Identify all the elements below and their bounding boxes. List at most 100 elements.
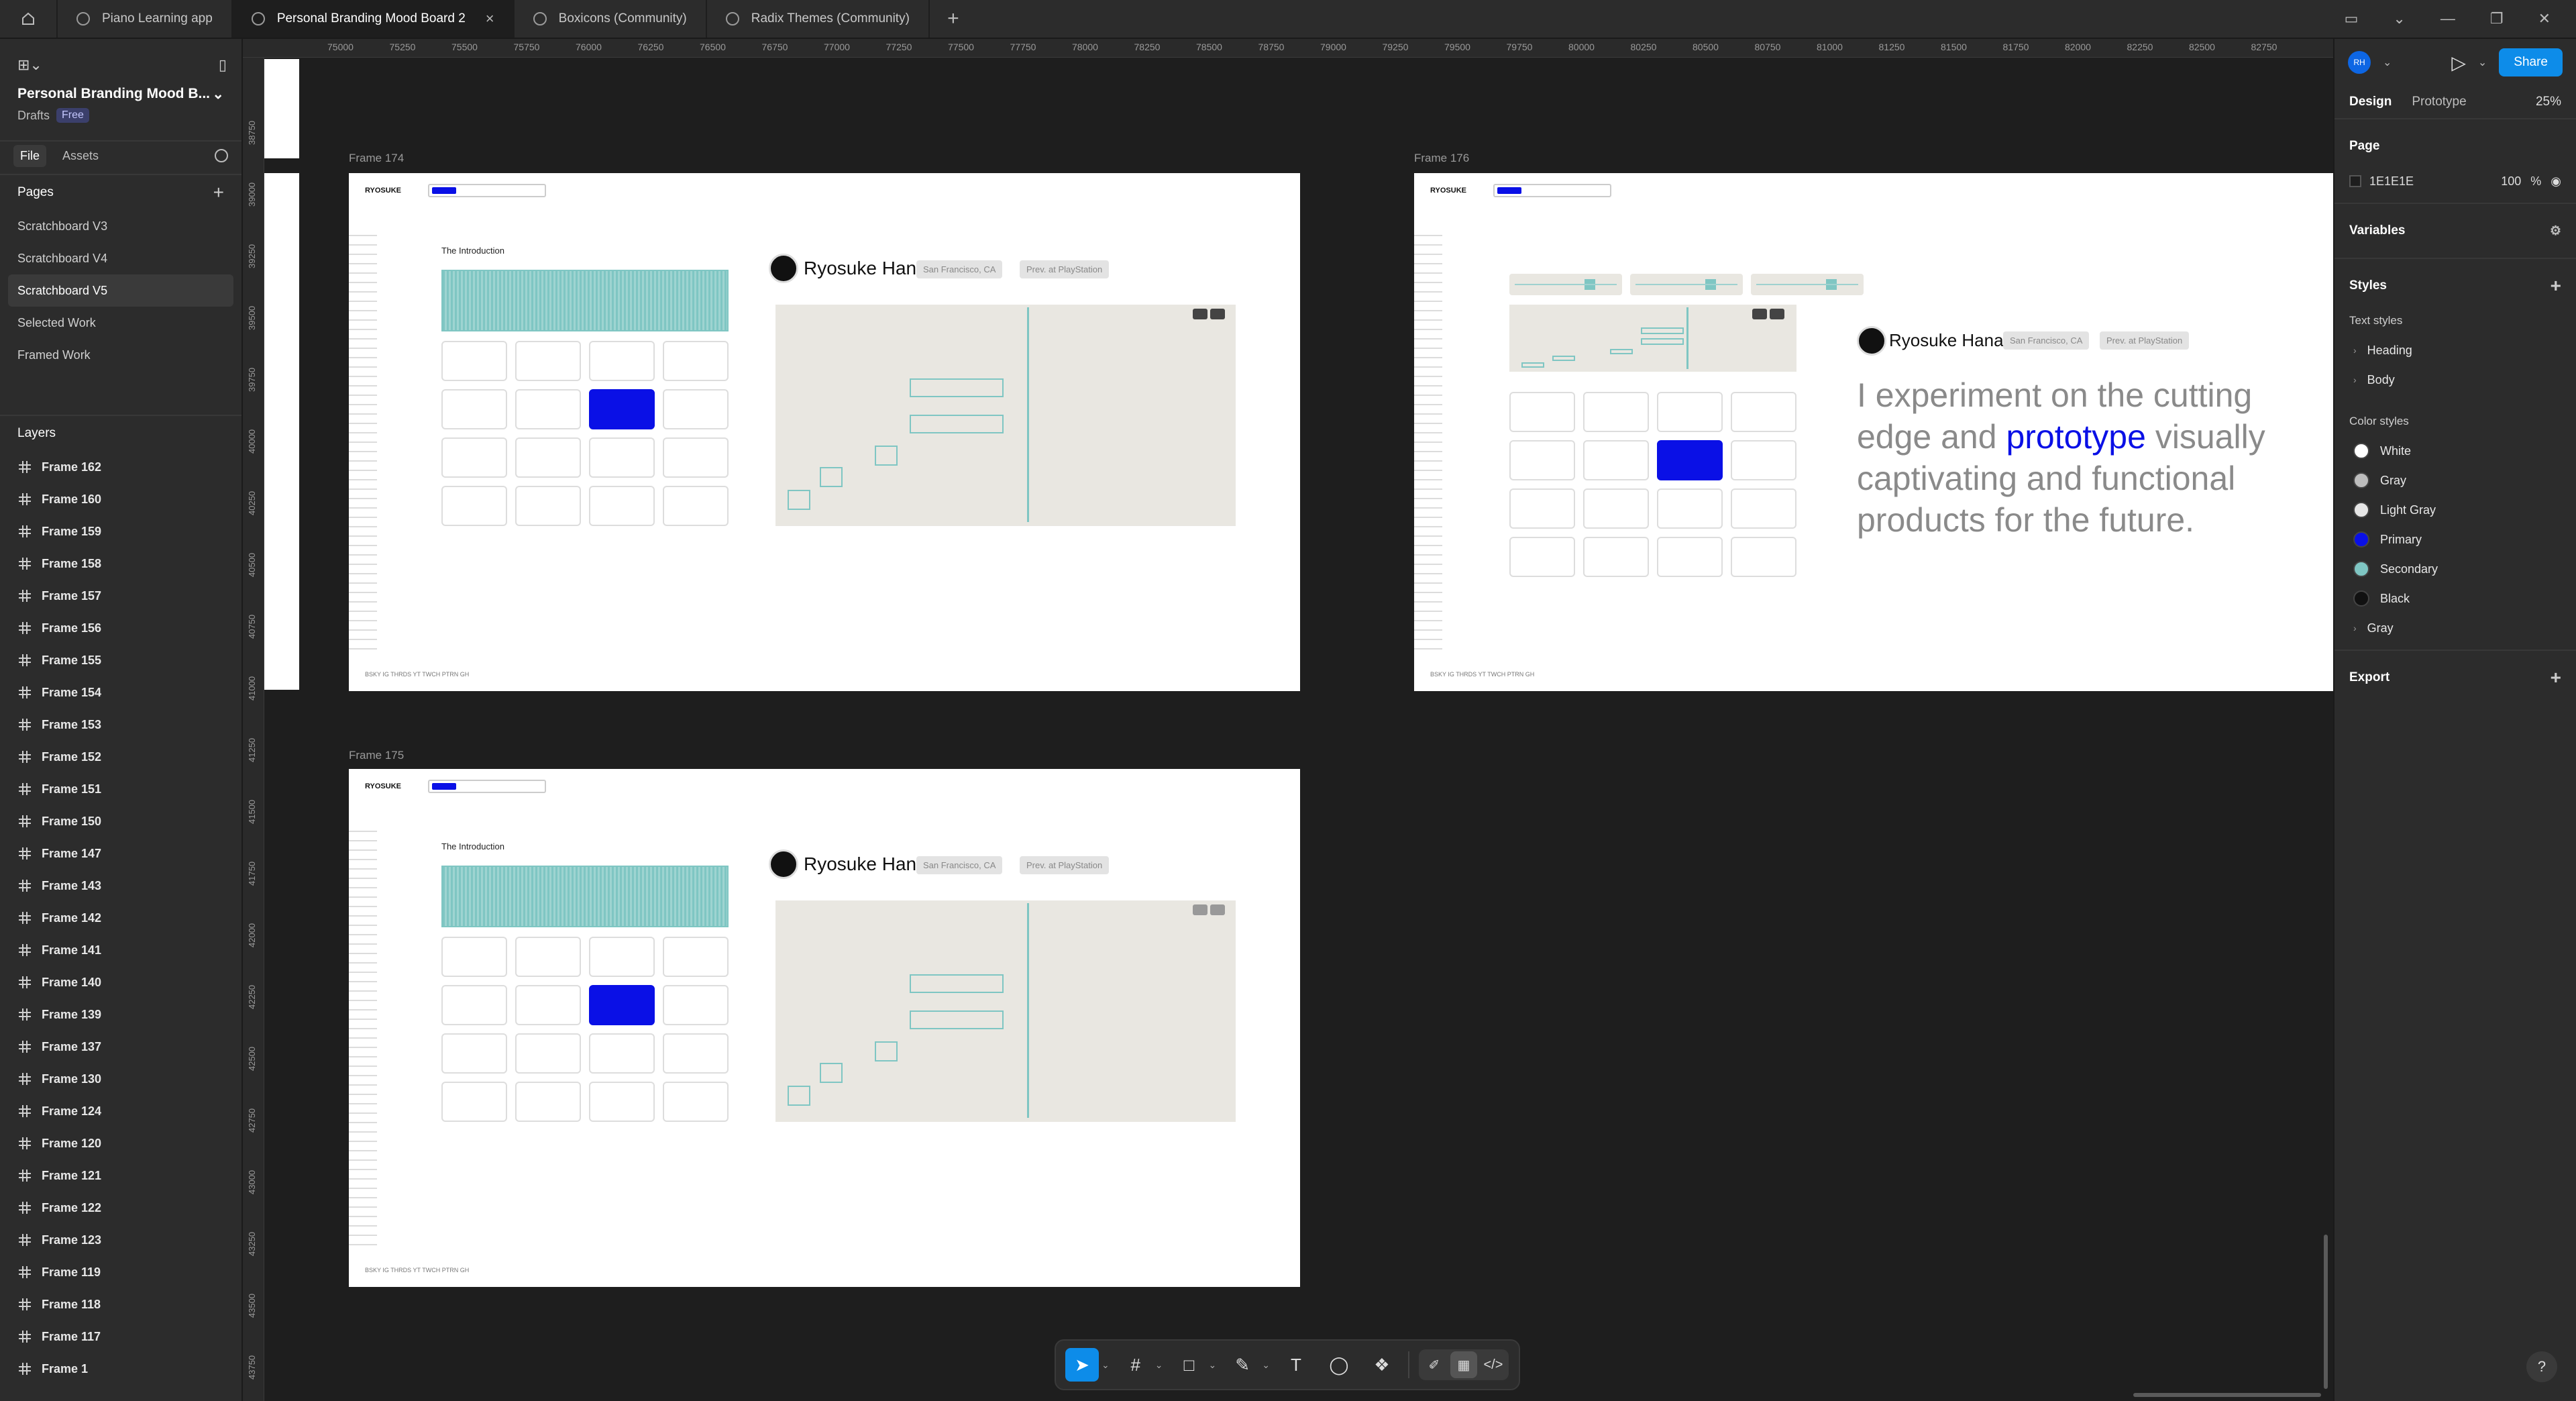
page-item[interactable]: Scratchboard V3 xyxy=(0,210,241,242)
zoom-level[interactable]: 25% xyxy=(2536,95,2561,109)
layer-item[interactable]: Frame 151 xyxy=(0,773,241,805)
variables-icon[interactable]: ⚙ xyxy=(2550,223,2561,239)
user-avatar[interactable]: RH xyxy=(2348,51,2371,74)
search-icon[interactable] xyxy=(215,149,228,162)
page-color-swatch[interactable] xyxy=(2349,175,2361,187)
add-export-icon[interactable]: + xyxy=(2551,667,2561,688)
chevron-down-icon[interactable]: ⌄ xyxy=(2383,56,2392,69)
tab-personal-branding[interactable]: Personal Branding Mood Board 2 × xyxy=(232,0,515,38)
frame-label[interactable]: Frame 174 xyxy=(349,152,404,165)
layer-item[interactable]: Frame 152 xyxy=(0,741,241,773)
tab-prototype[interactable]: Prototype xyxy=(2412,95,2466,109)
color-style-item[interactable]: Secondary xyxy=(2334,554,2576,584)
layer-item[interactable]: Frame 150 xyxy=(0,805,241,837)
close-window-icon[interactable]: ✕ xyxy=(2538,10,2551,28)
tab-assets[interactable]: Assets xyxy=(56,145,105,167)
add-page-icon[interactable]: + xyxy=(213,182,224,203)
eye-icon[interactable]: ◉ xyxy=(2551,174,2561,189)
layer-item[interactable]: Frame 130 xyxy=(0,1063,241,1095)
file-title[interactable]: Personal Branding Mood B... ⌄ xyxy=(0,79,241,103)
page-item[interactable]: Scratchboard V4 xyxy=(0,242,241,274)
frame-176[interactable]: RYOSUKE Ryosuke Hana San Francisco, CA P… xyxy=(1414,173,2333,691)
page-item[interactable]: Selected Work xyxy=(0,307,241,339)
vertical-scrollbar[interactable] xyxy=(2324,1235,2328,1389)
layer-item[interactable]: Frame 121 xyxy=(0,1159,241,1192)
layer-item[interactable]: Frame 156 xyxy=(0,612,241,644)
main-menu-icon[interactable]: ⊞⌄ xyxy=(17,56,42,74)
color-style-item[interactable]: Light Gray xyxy=(2334,495,2576,525)
color-style-item[interactable]: White xyxy=(2334,436,2576,466)
layer-item[interactable]: Frame 142 xyxy=(0,902,241,934)
home-button[interactable] xyxy=(0,0,58,38)
layer-item[interactable]: Frame 153 xyxy=(0,709,241,741)
variables-header[interactable]: Variables ⚙ xyxy=(2334,211,2576,251)
design-canvas[interactable]: Frame 174 RYOSUKE The Introduction Ryosu… xyxy=(264,58,2333,1401)
present-icon[interactable]: ▷ xyxy=(2451,52,2466,74)
horizontal-scrollbar[interactable] xyxy=(2133,1393,2321,1397)
layer-item[interactable]: Frame 147 xyxy=(0,837,241,870)
chevron-down-icon[interactable]: ⌄ xyxy=(1155,1359,1163,1371)
chevron-down-icon[interactable]: ⌄ xyxy=(2393,10,2405,28)
layer-item[interactable]: Frame 137 xyxy=(0,1031,241,1063)
layer-item[interactable]: Frame 123 xyxy=(0,1224,241,1256)
layer-item[interactable]: Frame 162 xyxy=(0,451,241,483)
layer-item[interactable]: Frame 154 xyxy=(0,676,241,709)
layer-item[interactable]: Frame 159 xyxy=(0,515,241,548)
frame-175[interactable]: RYOSUKE The Introduction Ryosuke Hana Sa… xyxy=(349,769,1300,1287)
tab-file[interactable]: File xyxy=(13,144,47,167)
draw-mode-button[interactable]: ✐ xyxy=(1421,1351,1448,1378)
page-item-active[interactable]: Scratchboard V5 xyxy=(8,274,233,307)
color-style-item[interactable]: Primary xyxy=(2334,525,2576,554)
layer-item[interactable]: Frame 1 xyxy=(0,1353,241,1385)
frame-partial[interactable] xyxy=(264,173,299,690)
maximize-icon[interactable]: ❐ xyxy=(2490,10,2504,28)
chevron-down-icon[interactable]: ⌄ xyxy=(2478,56,2487,69)
page-color-value[interactable]: 1E1E1E xyxy=(2369,174,2414,189)
layer-item[interactable]: Frame 155 xyxy=(0,644,241,676)
frame-label[interactable]: Frame 175 xyxy=(349,749,404,762)
close-tab-icon[interactable]: × xyxy=(486,10,494,28)
pen-tool-button[interactable]: ✎ xyxy=(1226,1348,1259,1382)
chevron-down-icon[interactable]: ⌄ xyxy=(1102,1359,1110,1371)
move-tool-button[interactable]: ➤ xyxy=(1065,1348,1099,1382)
tab-radix-themes[interactable]: Radix Themes (Community) xyxy=(707,0,930,38)
layer-item[interactable]: Frame 157 xyxy=(0,580,241,612)
help-button[interactable]: ? xyxy=(2526,1351,2557,1382)
tab-boxicons[interactable]: Boxicons (Community) xyxy=(515,0,707,38)
color-style-item[interactable]: › Gray xyxy=(2334,613,2576,643)
layer-item[interactable]: Frame 122 xyxy=(0,1192,241,1224)
frame-tool-button[interactable]: # xyxy=(1119,1348,1152,1382)
layer-item[interactable]: Frame 119 xyxy=(0,1256,241,1288)
frame-label[interactable]: Frame 176 xyxy=(1414,152,1469,165)
actions-tool-button[interactable]: ❖ xyxy=(1365,1348,1399,1382)
text-style-item[interactable]: › Body xyxy=(2334,365,2576,395)
tab-piano-learning[interactable]: Piano Learning app xyxy=(58,0,233,38)
frame-partial[interactable] xyxy=(264,59,299,158)
color-style-item[interactable]: Gray xyxy=(2334,466,2576,495)
chevron-down-icon[interactable]: ⌄ xyxy=(1262,1359,1270,1371)
text-style-item[interactable]: › Heading xyxy=(2334,335,2576,365)
tab-design[interactable]: Design xyxy=(2349,95,2392,109)
share-button[interactable]: Share xyxy=(2499,48,2563,76)
layer-item[interactable]: Frame 140 xyxy=(0,966,241,998)
reader-icon[interactable]: ▭ xyxy=(2345,10,2359,28)
color-style-item[interactable]: Black xyxy=(2334,584,2576,613)
drafts-label[interactable]: Drafts xyxy=(17,109,50,123)
toggle-sidebar-icon[interactable]: ▯ xyxy=(219,56,227,74)
chevron-down-icon[interactable]: ⌄ xyxy=(1208,1359,1216,1371)
frame-174[interactable]: RYOSUKE The Introduction Ryosuke Hana Sa… xyxy=(349,173,1300,691)
shape-tool-button[interactable]: □ xyxy=(1172,1348,1205,1382)
layer-item[interactable]: Frame 160 xyxy=(0,483,241,515)
page-opacity-value[interactable]: 100 xyxy=(2501,174,2521,189)
page-item[interactable]: Framed Work xyxy=(0,339,241,371)
layer-item[interactable]: Frame 143 xyxy=(0,870,241,902)
minimize-icon[interactable]: — xyxy=(2440,10,2455,28)
comment-tool-button[interactable]: ◯ xyxy=(1322,1348,1356,1382)
layer-item[interactable]: Frame 117 xyxy=(0,1320,241,1353)
layer-item[interactable]: Frame 118 xyxy=(0,1288,241,1320)
text-tool-button[interactable]: T xyxy=(1279,1348,1313,1382)
design-mode-button[interactable]: ▦ xyxy=(1450,1351,1477,1378)
new-tab-button[interactable]: + xyxy=(930,0,977,38)
layer-item[interactable]: Frame 120 xyxy=(0,1127,241,1159)
layer-item[interactable]: Frame 124 xyxy=(0,1095,241,1127)
